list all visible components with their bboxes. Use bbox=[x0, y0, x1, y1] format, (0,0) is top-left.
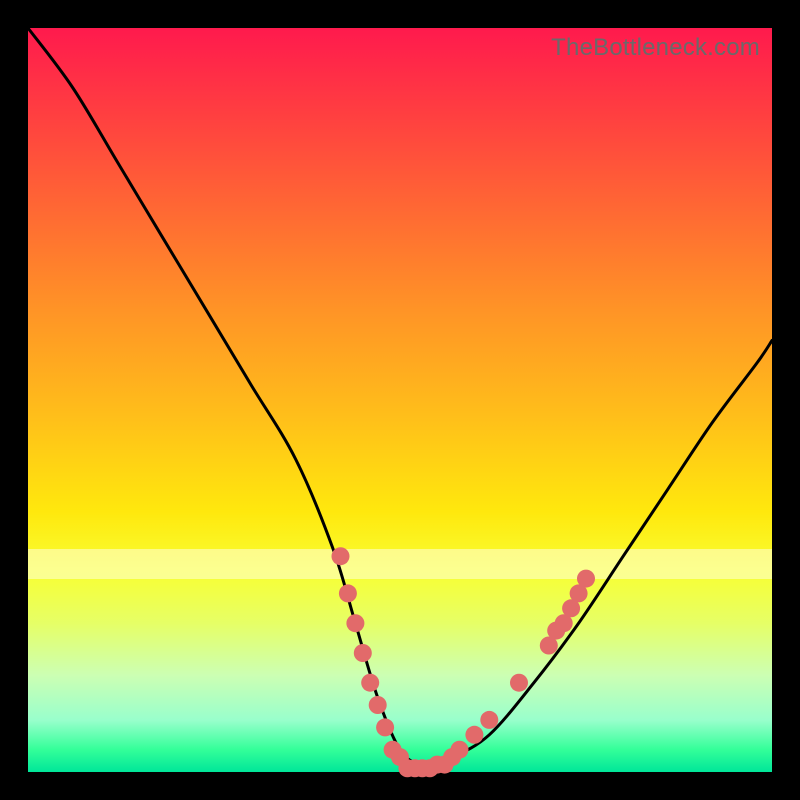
curve-marker bbox=[480, 711, 498, 729]
curve-marker bbox=[339, 584, 357, 602]
curve-marker bbox=[577, 570, 595, 588]
curve-marker bbox=[369, 696, 387, 714]
curve-marker bbox=[332, 547, 350, 565]
bottleneck-curve bbox=[28, 28, 772, 765]
curve-marker bbox=[346, 614, 364, 632]
chart-svg bbox=[28, 28, 772, 772]
curve-marker bbox=[376, 718, 394, 736]
curve-markers bbox=[332, 547, 596, 777]
curve-marker bbox=[354, 644, 372, 662]
curve-marker bbox=[465, 726, 483, 744]
chart-plot-area: TheBottleneck.com bbox=[28, 28, 772, 772]
watermark-text: TheBottleneck.com bbox=[551, 34, 760, 62]
chart-frame: TheBottleneck.com bbox=[0, 0, 800, 800]
curve-marker bbox=[361, 674, 379, 692]
curve-marker bbox=[451, 741, 469, 759]
curve-marker bbox=[510, 674, 528, 692]
